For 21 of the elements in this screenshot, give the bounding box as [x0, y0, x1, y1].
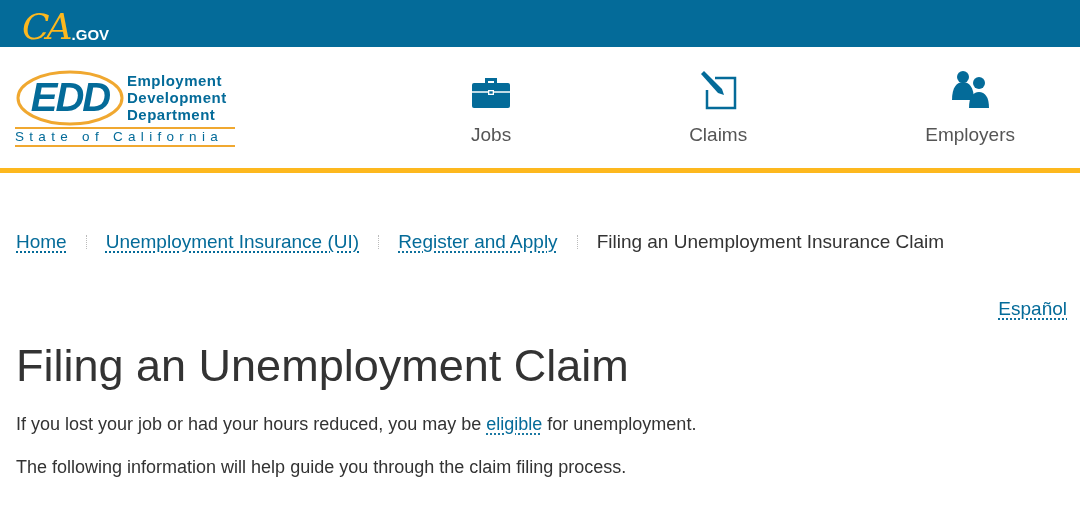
logo-name-line[interactable]: Department [127, 106, 227, 123]
breadcrumb-link[interactable]: Register and Apply [398, 231, 558, 253]
paragraph: If you lost your job or had your hours reduced, you may be eligible for unemployment. [16, 413, 698, 436]
nav-item[interactable]: Employers [925, 69, 1015, 146]
breadcrumb-current: Filing an Unemployment Insurance Claim [596, 231, 945, 253]
nav-item[interactable]: Jobs [471, 69, 512, 146]
edit-icon [698, 69, 739, 110]
people-icon [950, 69, 991, 110]
logo-state-text[interactable]: State of California [15, 126, 235, 147]
gov-logo-text[interactable]: .GOV [71, 27, 110, 42]
breadcrumb-link[interactable]: Unemployment Insurance (UI) [105, 231, 360, 253]
paragraph: The following information will help guide you through the claim filing process. [16, 456, 628, 479]
page-title: Filing an Unemployment Claim [16, 339, 630, 393]
eligible-link[interactable]: eligible [486, 414, 543, 434]
language-link[interactable]: Español [998, 298, 1067, 320]
logo-name-line[interactable]: Employment [127, 72, 227, 89]
logo-name-line[interactable]: Development [127, 89, 227, 106]
ca-logo-script[interactable]: CA [22, 7, 70, 47]
nav-item[interactable]: Claims [689, 69, 748, 146]
breadcrumb-link[interactable]: Home [16, 231, 67, 253]
ellipse-icon [15, 68, 125, 127]
